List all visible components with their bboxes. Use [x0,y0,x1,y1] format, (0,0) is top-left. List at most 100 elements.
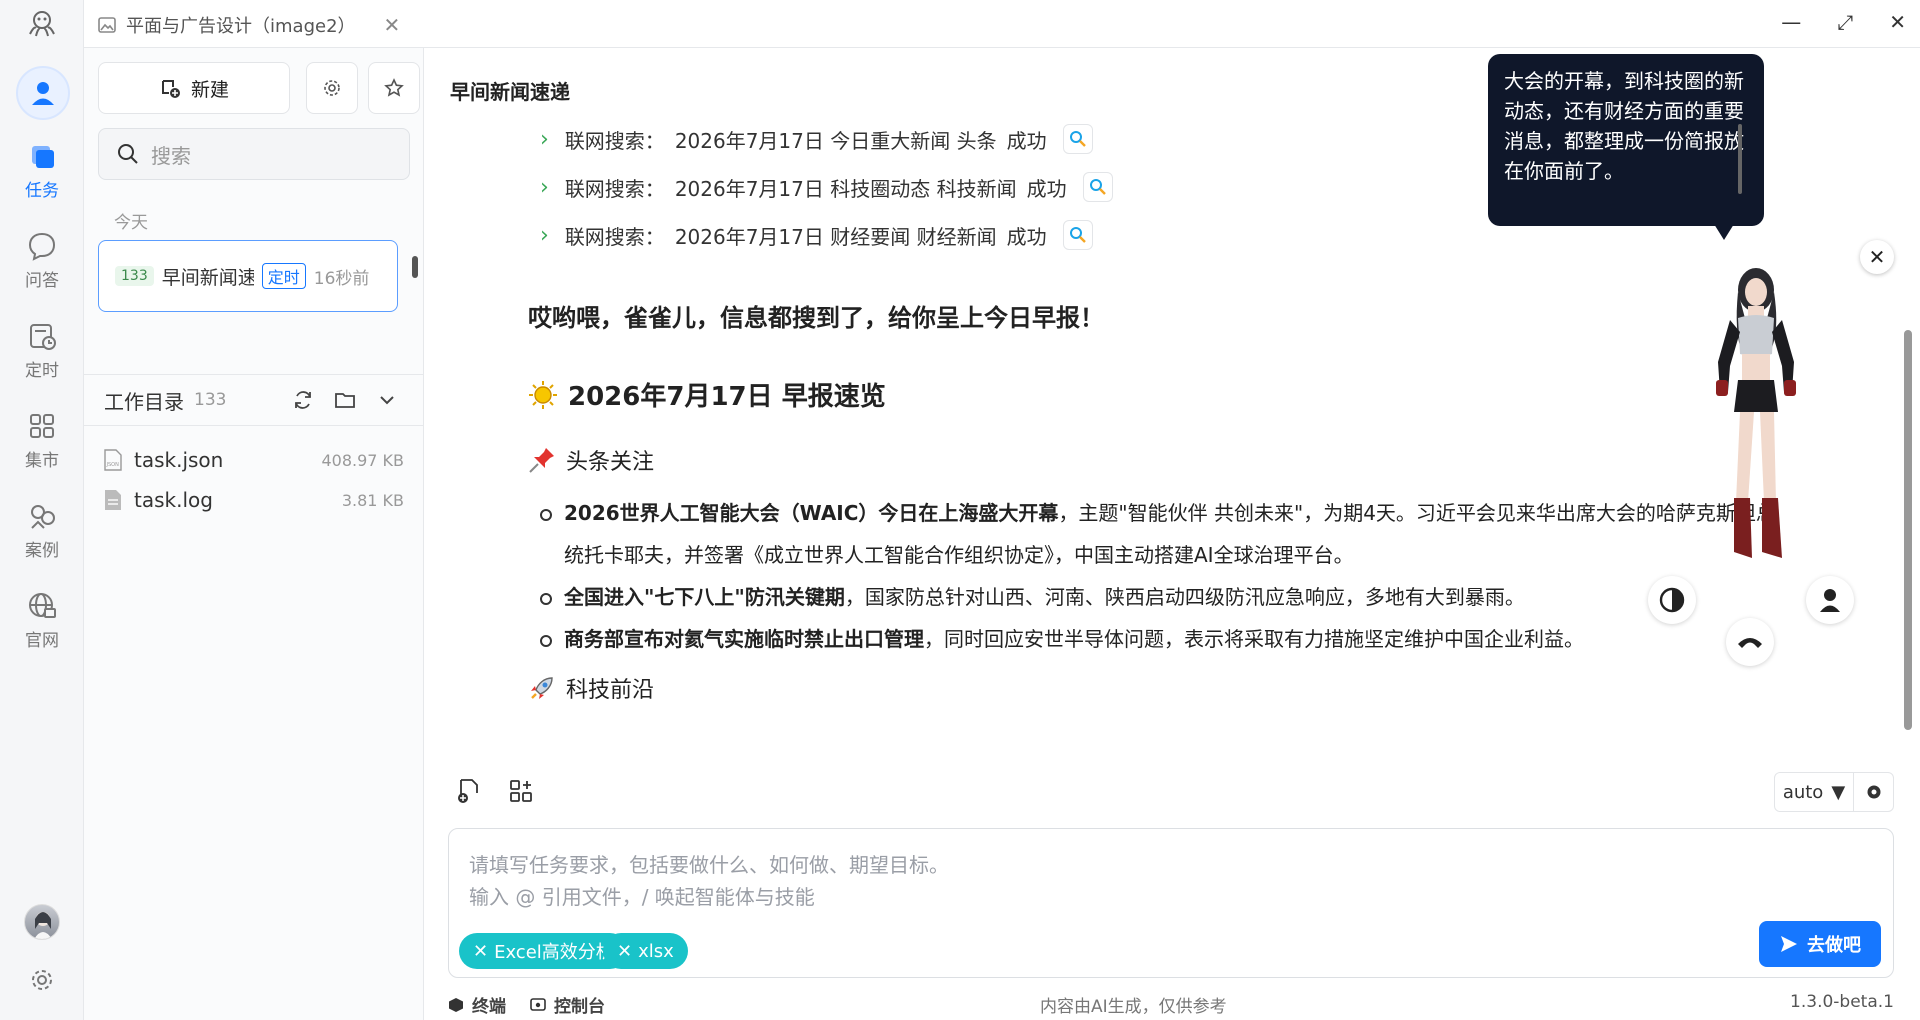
news-list: 2026世界人工智能大会（WAIC）今日在上海盛大开幕，主题"智能伙伴 共创未来… [540,492,1780,660]
window-controls: — ⤢ ✕ [1781,10,1906,34]
chevron-right-icon: › [540,174,549,200]
web-search-icon[interactable] [1082,172,1113,202]
half-moon-icon [1659,587,1685,613]
tool-call-status: 成功 [1006,128,1047,153]
tool-call-label: 联网搜索： [564,128,665,153]
new-task-icon [161,80,180,98]
session-list-scrollbar[interactable] [412,256,418,278]
tool-call-query: 2026年7月17日 科技圈动态 科技新闻 [674,176,1017,201]
profile-avatar[interactable] [16,66,70,120]
new-task-label: 新建 [190,78,229,101]
news-item: 商务部宣布对氦气实施临时禁止出口管理，同时回应安世半导体问题，表示将采取有力措施… [540,618,1780,660]
chat-icon [28,232,56,261]
minimize-icon[interactable]: — [1781,10,1801,34]
nav-label: 案例 [25,541,59,561]
theme-toggle-button[interactable] [1648,576,1696,624]
tab-close-icon[interactable]: ✕ [384,13,401,37]
left-rail: 任务 问答 定时 集市 案例 官网 [0,0,84,1020]
close-window-icon[interactable]: ✕ [1889,10,1906,34]
user-icon [1820,589,1840,612]
content-scrollbar[interactable] [1902,120,1914,760]
task-input[interactable]: 请填写任务要求，包括要做什么、如何做、期望目标。 输入 @ 引用文件，/ 唤起智… [448,828,1894,978]
session-timer-tag: 定时 [261,263,306,289]
nav-label: 定时 [25,361,59,381]
overview-text: 2026年7月17日 早报速览 [568,382,886,412]
console-icon [530,997,546,1011]
nav-qa[interactable]: 问答 [0,230,84,291]
fullscreen-icon[interactable]: ⤢ [1837,10,1853,34]
nav-schedule[interactable]: 定时 [0,320,84,381]
settings-gear-icon[interactable] [28,966,56,994]
nav-website[interactable]: 官网 [0,590,84,651]
tool-call-line[interactable]: › 联网搜索： 2026年7月17日 财经要闻 财经新闻 成功 [540,220,1093,250]
chip-label: xlsx [638,940,674,962]
news-headline: 2026世界人工智能大会（WAIC）今日在上海盛大开幕 [564,501,1059,525]
file-item[interactable]: task.log 3.81 KB [104,480,404,520]
mode-select[interactable]: auto ▼ [1774,772,1854,812]
add-widget-icon[interactable] [508,778,534,804]
chevron-down-icon[interactable] [376,389,398,411]
skill-chip-xlsx[interactable]: ✕ xlsx [603,933,688,969]
search-box[interactable]: 搜索 [98,128,410,180]
mode-settings-button[interactable] [1854,772,1894,812]
chip-close-icon[interactable]: ✕ [473,941,488,962]
tool-call-status: 成功 [1006,224,1047,249]
tool-call-line[interactable]: › 联网搜索： 2026年7月17日 今日重大新闻 头条 成功 [540,124,1093,154]
news-headline: 商务部宣布对氦气实施临时禁止出口管理 [564,627,924,651]
nav-label: 集市 [25,451,59,471]
workdir-count: 133 [194,390,227,410]
user-avatar[interactable] [24,904,60,940]
content-scrollbar-thumb[interactable] [1904,330,1912,730]
nav-tasks[interactable]: 任务 [0,140,84,201]
tool-call-line[interactable]: › 联网搜索： 2026年7月17日 科技圈动态 科技新闻 成功 [540,172,1113,202]
log-file-icon [105,490,121,510]
input-placeholder-line1: 请填写任务要求，包括要做什么、如何做、期望目标。 [469,853,949,877]
refresh-icon[interactable] [292,389,314,411]
schedule-icon [30,324,56,350]
tab-workspace[interactable]: 平面与广告设计（image2） ✕ [98,10,400,40]
user-icon [32,82,54,105]
tool-call-query: 2026年7月17日 财经要闻 财经新闻 [674,224,997,249]
web-search-icon[interactable] [1062,124,1093,154]
new-task-button[interactable]: 新建 [98,62,290,114]
nav-cases[interactable]: 案例 [0,500,84,561]
avatar-profile-button[interactable] [1806,576,1854,624]
caret-down-icon: ▼ [1831,781,1846,803]
star-icon [384,78,404,97]
file-item[interactable]: JSON task.json 408.97 KB [104,440,404,480]
web-search-icon[interactable] [1062,220,1093,250]
submit-button[interactable]: 去做吧 [1759,921,1881,967]
panel-settings-button[interactable] [306,62,358,114]
headline-section-title: 头条关注 [566,450,655,475]
workdir-actions [292,389,398,411]
console-button[interactable]: 控制台 [530,992,605,1017]
terminal-button[interactable]: 终端 [448,992,506,1017]
hang-up-button[interactable] [1726,618,1774,666]
folder-icon[interactable] [334,389,356,411]
workdir-header: 工作目录 133 [84,374,424,426]
image-icon [98,17,116,33]
gear-icon [324,80,340,96]
add-file-icon[interactable] [456,778,482,804]
avatar-character-icon[interactable] [1690,262,1820,572]
input-placeholder-line2: 输入 @ 引用文件，/ 唤起智能体与技能 [469,885,815,909]
session-time: 16秒前 [313,268,370,289]
mode-value: auto [1782,781,1824,803]
rocket-icon [531,677,553,699]
avatar-close-button[interactable]: ✕ [1860,240,1894,274]
favorites-button[interactable] [368,62,420,114]
news-item: 全国进入"七下八上"防汛关键期，国家防总针对山西、河南、陕西启动四级防汛应急响应… [540,576,1780,618]
nav-label: 官网 [25,631,59,651]
cases-icon [31,505,55,529]
session-item[interactable]: 133 早间新闻速递 定时 16秒前 [98,240,398,312]
json-file-icon: JSON [104,449,122,471]
search-icon [118,144,138,164]
nav-market[interactable]: 集市 [0,410,84,471]
ai-disclaimer: 内容由AI生成，仅供参考 [1040,997,1227,1017]
bubble-scrollbar[interactable] [1738,124,1742,194]
gear-icon [1867,785,1880,799]
terminal-icon [449,997,463,1012]
news-detail: ，国家防总针对山西、河南、陕西启动四级防汛应急响应，多地有大到暴雨。 [844,585,1525,609]
workdir-title: 工作目录 [104,389,184,414]
chip-close-icon[interactable]: ✕ [617,941,632,962]
